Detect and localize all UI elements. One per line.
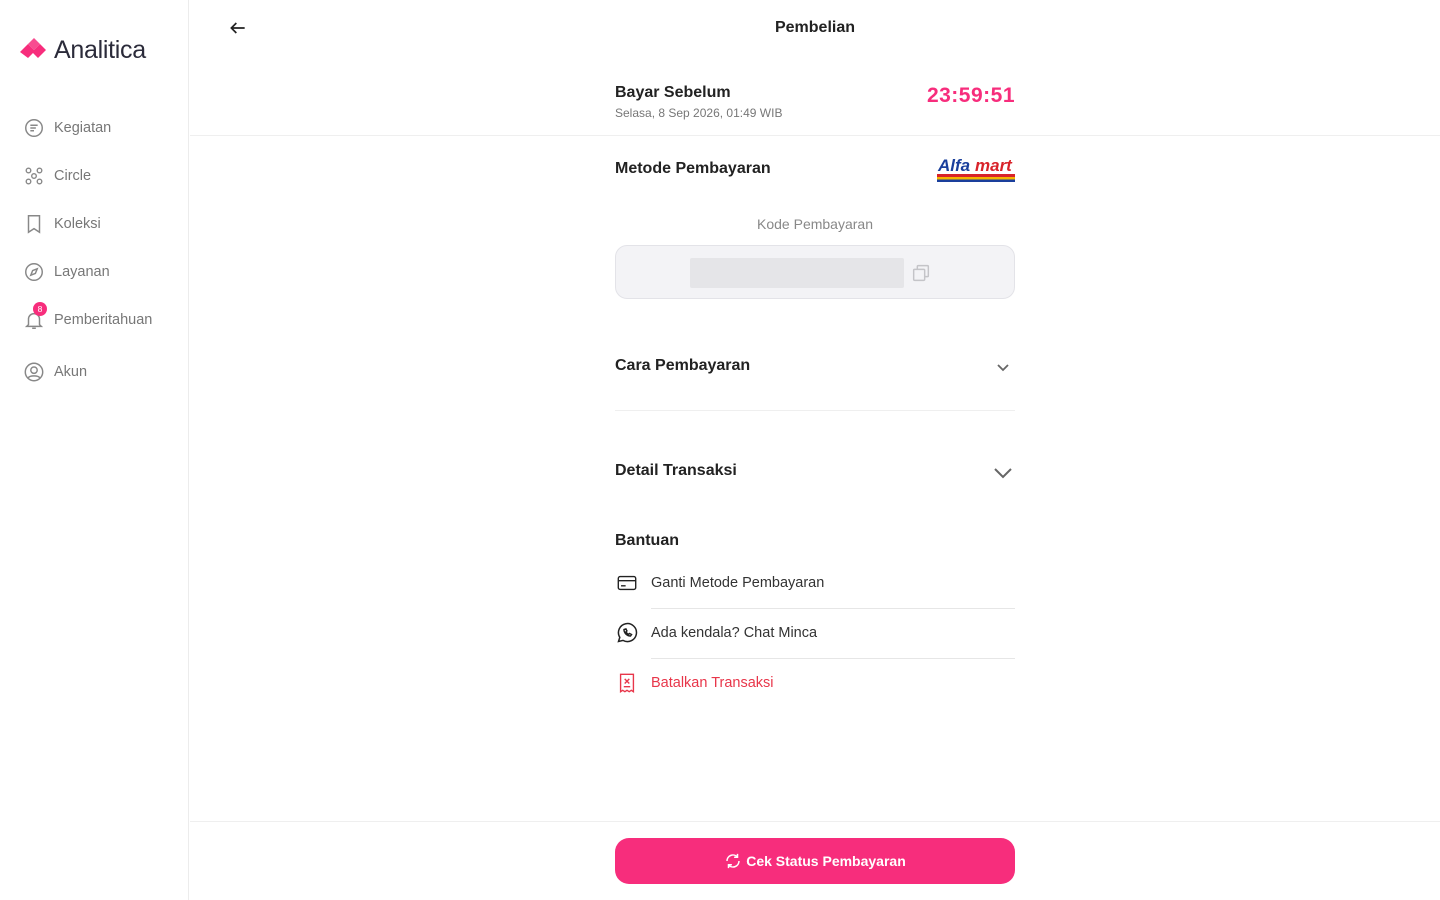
sidebar-item-label: Koleksi <box>54 216 101 232</box>
sidebar-item-koleksi[interactable]: Koleksi <box>22 210 182 238</box>
sidebar-item-circle[interactable]: Circle <box>22 162 182 190</box>
payment-method-row: Metode Pembayaran Alfa mart <box>615 152 1015 186</box>
sidebar-item-label: Kegiatan <box>54 120 112 136</box>
cancel-transaction-link[interactable]: Batalkan Transaksi <box>615 663 1015 703</box>
sidebar-item-label: Circle <box>54 168 92 184</box>
accordion-label: Detail Transaksi <box>615 462 737 479</box>
chevron-down-icon <box>991 460 1015 484</box>
sidebar-item-layanan[interactable]: Layanan <box>22 258 182 286</box>
help-item-label: Batalkan Transaksi <box>651 675 774 691</box>
activity-icon <box>22 116 46 140</box>
analitica-logo-icon <box>20 37 46 58</box>
page-title: Pembelian <box>774 19 856 36</box>
payment-deadline: Bayar Sebelum Selasa, 8 Sep 2026, 01:49 … <box>615 84 1015 120</box>
chevron-down-icon <box>991 355 1015 379</box>
payment-method-label: Metode Pembayaran <box>615 160 771 177</box>
user-circle-icon <box>22 360 46 384</box>
divider <box>651 658 1015 659</box>
sidebar-item-kegiatan[interactable]: Kegiatan <box>22 114 182 142</box>
payment-code-box <box>615 245 1015 299</box>
check-payment-status-button[interactable]: Cek Status Pembayaran <box>615 838 1015 884</box>
svg-text:mart: mart <box>975 156 1013 175</box>
bell-icon: 8 <box>22 302 47 332</box>
payment-code-label: Kode Pembayaran <box>757 216 873 232</box>
sidebar-item-label: Akun <box>54 364 88 380</box>
receipt-cancel-icon <box>615 671 639 695</box>
copy-code-button[interactable] <box>910 262 932 284</box>
bookmark-icon <box>22 212 46 236</box>
help-section-title: Bantuan <box>615 532 679 549</box>
refresh-icon <box>726 853 740 869</box>
deadline-date: Selasa, 8 Sep 2026, 01:49 WIB <box>615 106 783 120</box>
payment-code-value <box>690 258 904 288</box>
divider <box>615 410 1015 411</box>
divider <box>651 608 1015 609</box>
sidebar: Analitica Kegiatan Circle Koleksi Layana… <box>0 0 189 900</box>
change-payment-method-link[interactable]: Ganti Metode Pembayaran <box>615 563 1015 603</box>
accordion-detail-transaksi[interactable]: Detail Transaksi <box>615 452 1015 492</box>
compass-icon <box>22 260 46 284</box>
accordion-cara-pembayaran[interactable]: Cara Pembayaran <box>615 347 1015 387</box>
divider <box>190 135 1440 136</box>
help-item-label: Ganti Metode Pembayaran <box>651 575 825 591</box>
chat-support-link[interactable]: Ada kendala? Chat Minca <box>615 613 1015 653</box>
notification-badge: 8 <box>33 302 47 316</box>
circle-group-icon <box>22 164 46 188</box>
sidebar-item-pemberitahuan[interactable]: 8 Pemberitahuan <box>22 302 182 334</box>
sidebar-item-label: Layanan <box>54 264 110 280</box>
sidebar-nav: Kegiatan Circle Koleksi Layanan 8 Pember… <box>22 114 182 406</box>
sidebar-item-label: Pemberitahuan <box>54 312 153 328</box>
credit-card-icon <box>615 571 639 595</box>
divider <box>190 821 1440 822</box>
alfamart-logo: Alfa mart <box>937 154 1015 184</box>
button-label: Cek Status Pembayaran <box>746 853 906 869</box>
countdown-timer: 23:59:51 <box>926 84 1015 107</box>
brand-name: Analitica <box>54 36 146 64</box>
brand-logo[interactable]: Analitica <box>18 36 146 65</box>
copy-icon <box>912 264 930 282</box>
accordion-label: Cara Pembayaran <box>615 357 751 374</box>
help-item-label: Ada kendala? Chat Minca <box>651 625 818 641</box>
sidebar-item-akun[interactable]: Akun <box>22 358 182 386</box>
whatsapp-icon <box>615 621 639 645</box>
svg-text:Alfa: Alfa <box>937 156 970 175</box>
